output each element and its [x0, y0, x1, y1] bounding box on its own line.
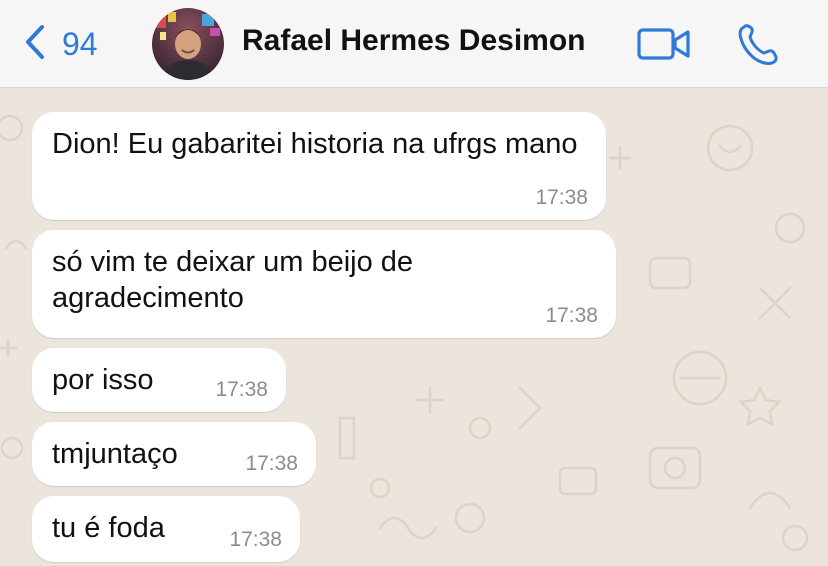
video-call-button[interactable] — [636, 26, 692, 62]
message-bubble[interactable]: tmjuntaço 17:38 — [32, 422, 316, 486]
message-bubble[interactable]: tu é foda 17:38 — [32, 496, 300, 562]
unread-count: 94 — [62, 25, 98, 62]
message-text: tu é foda — [52, 512, 165, 544]
message-time: 17:38 — [535, 186, 588, 209]
back-button[interactable]: 94 — [24, 22, 98, 66]
message-text: só vim te deixar um beijo de agradecimen… — [52, 246, 414, 314]
message-bubble[interactable]: por isso 17:38 — [32, 348, 286, 412]
message-bubble[interactable]: só vim te deixar um beijo de agradecimen… — [32, 230, 616, 338]
message-text: por isso — [52, 364, 154, 396]
chat-header: 94 Rafael Hermes Desimon — [0, 0, 828, 88]
message-time: 17:38 — [245, 452, 298, 475]
chat-area[interactable]: Dion! Eu gabaritei historia na ufrgs man… — [0, 88, 828, 566]
message-time: 17:38 — [545, 304, 598, 327]
message-time: 17:38 — [229, 528, 282, 551]
message-text: tmjuntaço — [52, 438, 178, 470]
video-camera-icon — [636, 28, 692, 66]
chevron-left-icon — [24, 24, 46, 65]
message-time: 17:38 — [215, 378, 268, 401]
message-bubble[interactable]: Dion! Eu gabaritei historia na ufrgs man… — [32, 112, 606, 220]
voice-call-button[interactable] — [736, 22, 782, 66]
message-text: Dion! Eu gabaritei historia na ufrgs man… — [52, 128, 578, 160]
phone-icon — [736, 24, 782, 70]
contact-name[interactable]: Rafael Hermes Desimon — [242, 24, 585, 58]
contact-avatar[interactable] — [152, 8, 224, 80]
